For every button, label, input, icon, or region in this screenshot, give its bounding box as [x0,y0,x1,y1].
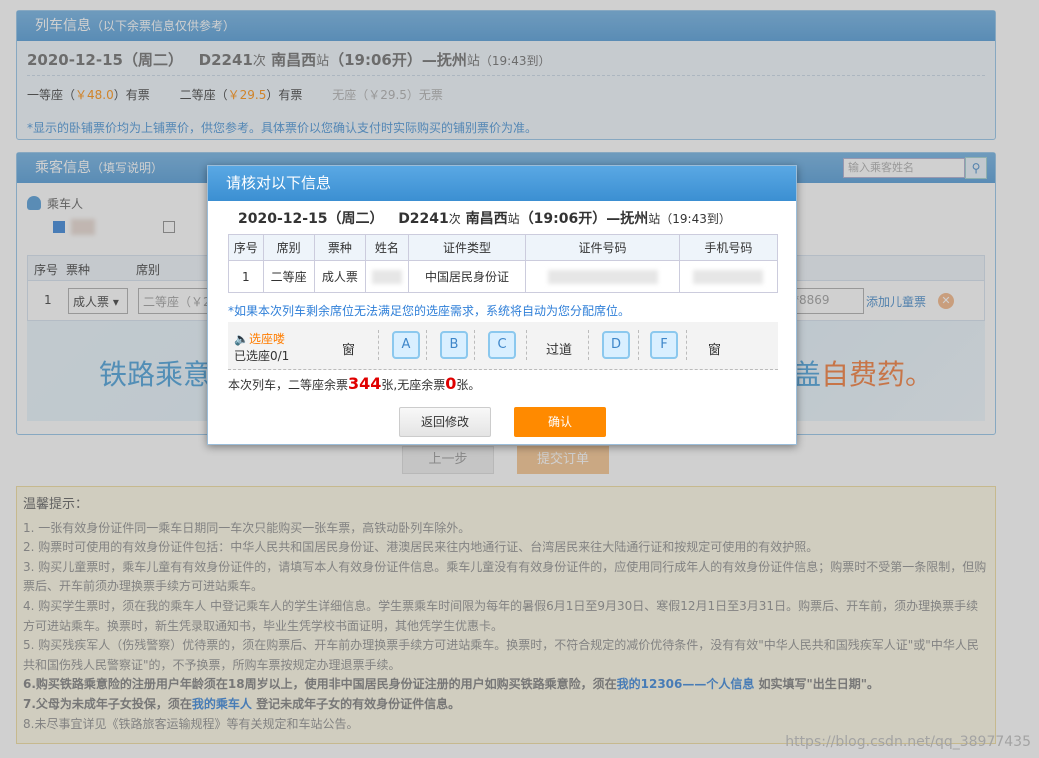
remaining-tickets: 本次列车，二等座余票344张,无座余票0张。 [228,374,481,393]
seat-chooser: 🔈选座喽 已选座0/1 窗 A B C 过道 D F 窗 [228,322,778,370]
confirm-button[interactable]: 确认 [514,407,606,437]
seat-b-button[interactable]: B [440,331,468,359]
seat-d-button[interactable]: D [602,331,630,359]
dialog-title: 请核对以下信息 [208,166,796,201]
speaker-icon: 🔈 [234,332,249,346]
dialog-seat-note: *如果本次列车剩余席位无法满足您的选座需求，系统将自动为您分配席位。 [228,304,631,318]
back-modify-button[interactable]: 返回修改 [399,407,491,437]
table-row: 1 二等座 成人票 中国居民身份证 [228,260,779,293]
seat-f-button[interactable]: F [650,331,678,359]
aisle-label: 过道 [546,343,573,358]
confirm-dialog: 请核对以下信息 2020-12-15（周二） D2241次 南昌西站（19:06… [207,165,797,445]
choose-seat-label: 🔈选座喽 [234,332,285,346]
dialog-train-summary: 2020-12-15（周二） D2241次 南昌西站（19:06开）—抚州站（1… [238,211,731,227]
seat-a-button[interactable]: A [392,331,420,359]
th-name: 姓名 [364,234,409,261]
th-ticket-type: 票种 [313,234,366,261]
seat-c-button[interactable]: C [488,331,516,359]
th-phone: 手机号码 [678,234,779,261]
masked-name [364,260,409,293]
chosen-count: 已选座0/1 [234,349,290,363]
dialog-passenger-table: 序号 席别 票种 姓名 证件类型 证件号码 手机号码 1 二等座 成人票 中国居… [228,234,779,293]
window-right-label: 窗 [708,343,722,358]
th-id-type: 证件类型 [407,234,527,261]
th-no: 序号 [228,234,264,261]
masked-phone [678,260,779,293]
window-left-label: 窗 [342,343,356,358]
masked-id-number [525,260,680,293]
th-seat: 席别 [262,234,315,261]
th-id-number: 证件号码 [525,234,680,261]
